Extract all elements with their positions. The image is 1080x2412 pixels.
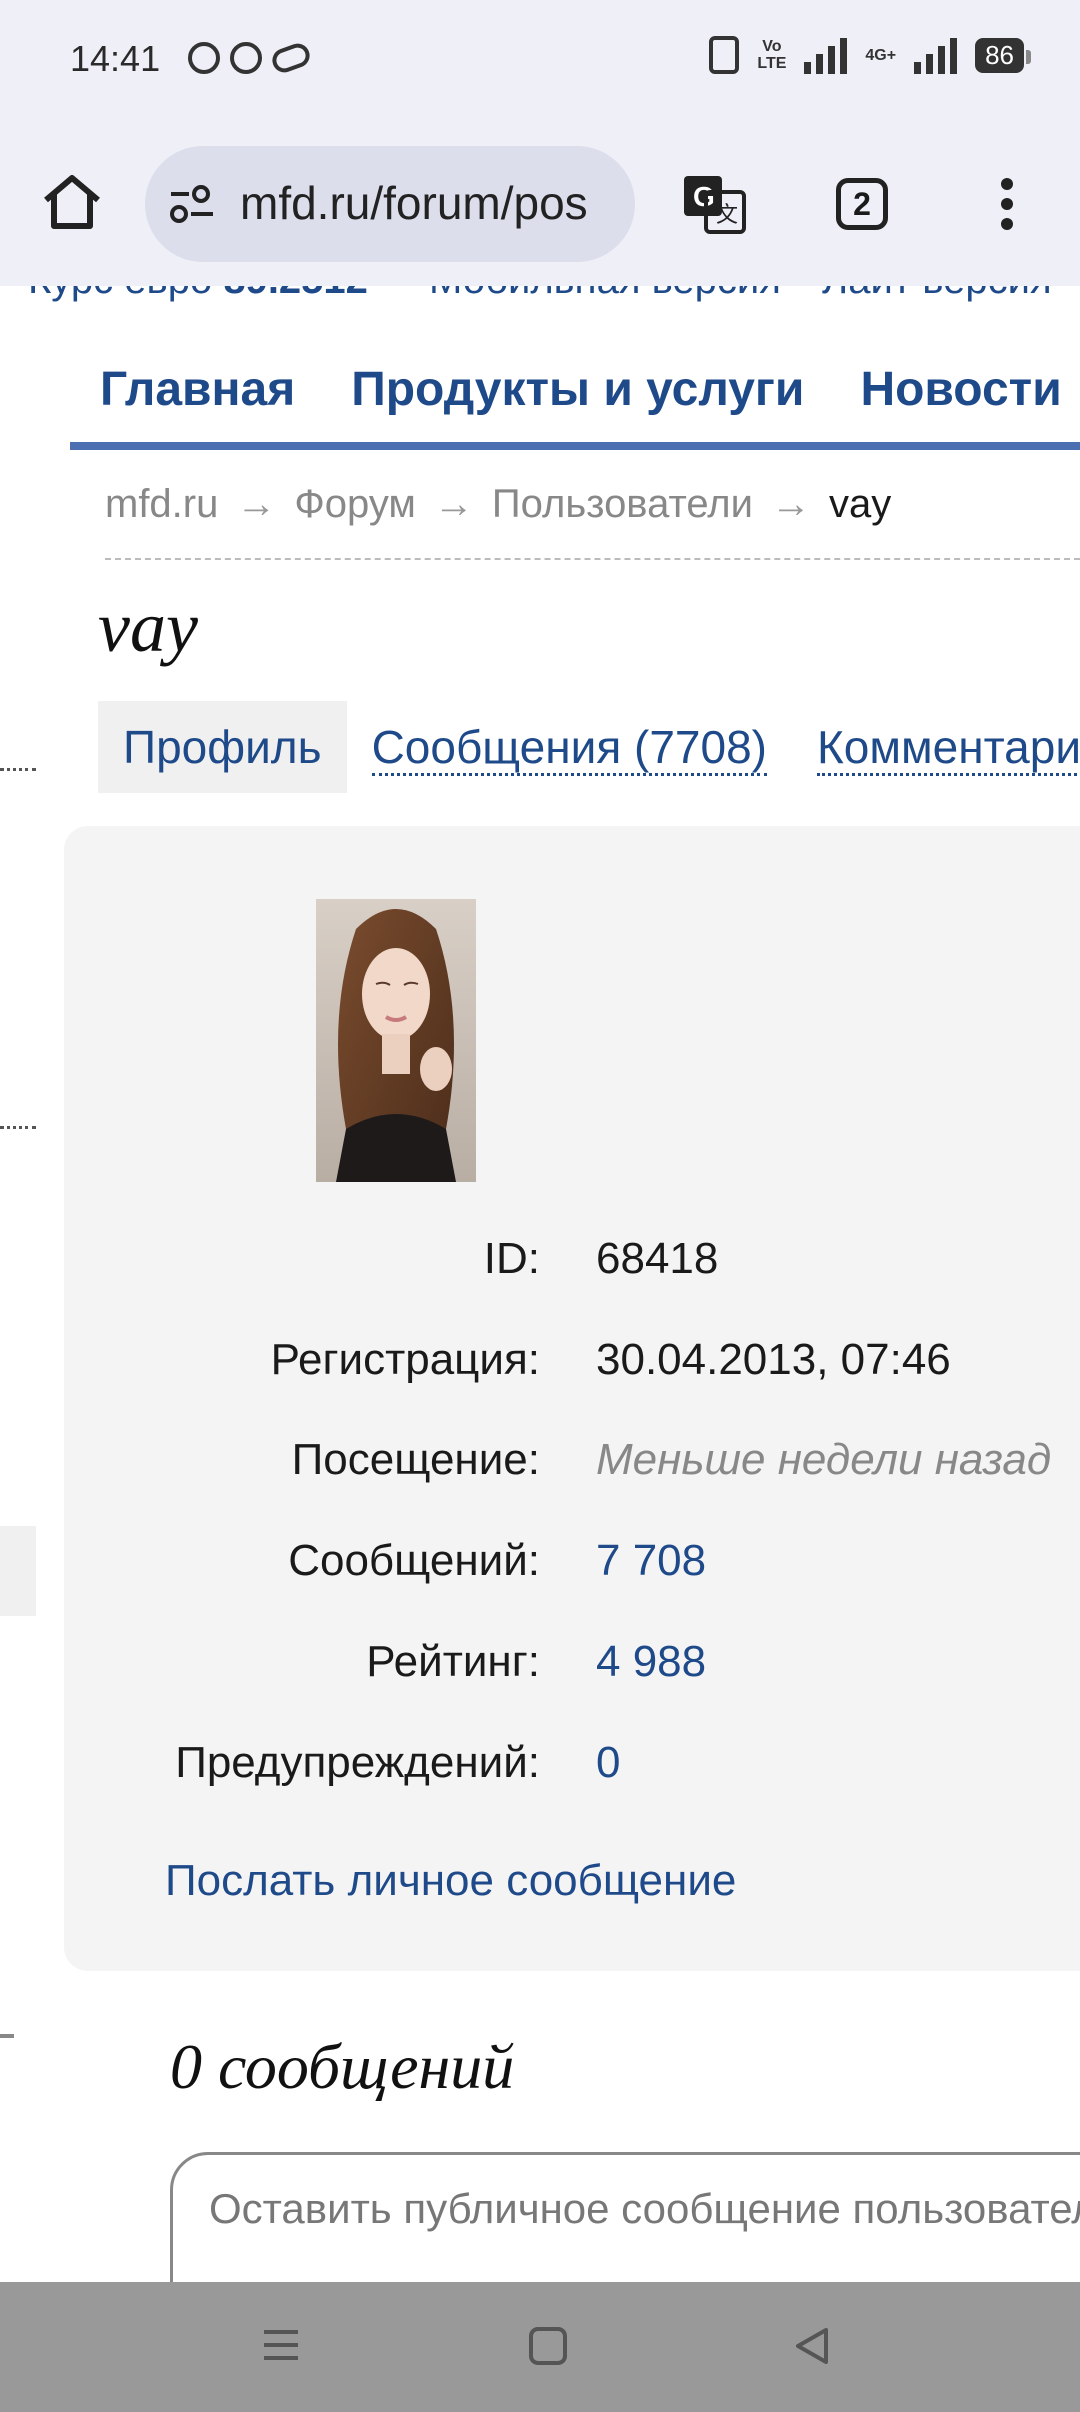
public-message-placeholder: Оставить публичное сообщение пользовател… — [209, 2185, 1080, 2232]
home-nav-icon[interactable] — [528, 2326, 568, 2366]
breadcrumb-current: vay — [828, 482, 892, 526]
status-time: 14:41 — [70, 38, 161, 79]
status-bar: 14:41 Vo LTE 4G+ 86 — [0, 0, 1080, 122]
rating-label: Рейтинг: — [366, 1637, 540, 1686]
sidebar-edge-dash — [0, 2034, 14, 2038]
sidebar-edge-dots — [0, 1126, 36, 1129]
euro-label: Курс евро — [28, 286, 212, 302]
home-icon[interactable] — [40, 170, 104, 234]
status-indicators: Vo LTE 4G+ 86 — [709, 36, 1031, 74]
profile-tabs: Профиль Сообщения (7708) Комментарии — [98, 701, 1080, 793]
url-text[interactable]: mfd.ru/forum/pos — [240, 176, 588, 230]
breadcrumb-separator: → — [433, 482, 474, 526]
id-value: 68418 — [596, 1234, 719, 1283]
warnings-label: Предупреждений: — [175, 1738, 540, 1787]
address-bar[interactable]: mfd.ru/forum/pos — [145, 146, 635, 262]
info-row-id: ID: 68418 — [0, 1234, 1080, 1294]
lite-version-link[interactable]: Лайт версия — [822, 286, 1052, 302]
visit-label: Посещение: — [291, 1435, 540, 1484]
volte-icon: Vo LTE — [757, 38, 787, 72]
pinterest-icon — [188, 42, 220, 74]
info-row-rating: Рейтинг: 4 988 — [0, 1637, 1080, 1697]
tab-switcher-button[interactable]: 2 — [836, 178, 888, 230]
site-settings-icon[interactable] — [167, 182, 217, 226]
nfc-icon — [709, 36, 740, 74]
mobile-version-link[interactable]: Мобильная версия — [429, 286, 781, 302]
translate-icon[interactable]: G 文 — [680, 172, 748, 236]
info-row-registration: Регистрация: 30.04.2013, 07:46 — [0, 1335, 1080, 1395]
euro-value: 89.2512 — [223, 286, 368, 302]
sidebar-edge-dots — [0, 768, 36, 771]
back-icon[interactable] — [792, 2326, 832, 2366]
breadcrumb: mfd.ru → Форум → Пользователи → vay — [105, 482, 891, 527]
top-strip: Курс евро 89.2512 Мобильная версия Лайт … — [28, 286, 1052, 303]
nav-home[interactable]: Главная — [70, 362, 295, 442]
more-menu-icon[interactable] — [998, 178, 1016, 234]
info-row-messages: Сообщений: 7 708 — [0, 1536, 1080, 1596]
battery-indicator: 86 — [975, 37, 1031, 73]
notification-icons — [188, 40, 313, 76]
signal-icon — [804, 36, 848, 74]
id-label: ID: — [483, 1234, 540, 1283]
signal-icon-2 — [914, 36, 958, 74]
messages-value-link[interactable]: 7 708 — [596, 1536, 706, 1586]
rating-value-link[interactable]: 4 988 — [596, 1637, 706, 1687]
visit-value: Меньше недели назад — [596, 1435, 1052, 1484]
messages-label: Сообщений: — [288, 1536, 540, 1585]
breadcrumb-separator: → — [236, 482, 277, 526]
warnings-value-link[interactable]: 0 — [596, 1738, 620, 1788]
tab-comments[interactable]: Комментарии — [792, 701, 1080, 793]
info-row-warnings: Предупреждений: 0 — [0, 1738, 1080, 1798]
breadcrumb-home[interactable]: mfd.ru — [105, 482, 218, 526]
send-private-message-link[interactable]: Послать личное сообщение — [165, 1856, 736, 1906]
registration-label: Регистрация: — [270, 1335, 540, 1384]
breadcrumb-divider — [105, 558, 1080, 560]
nav-news[interactable]: Новости — [860, 362, 1061, 442]
breadcrumb-users[interactable]: Пользователи — [492, 482, 753, 526]
network-type: 4G+ — [865, 46, 897, 64]
browser-toolbar: mfd.ru/forum/pos G 文 2 — [0, 122, 1080, 286]
main-nav: Главная Продукты и услуги Новости — [70, 362, 1080, 442]
profile-card — [64, 826, 1080, 1971]
tab-profile[interactable]: Профиль — [98, 701, 347, 793]
recent-apps-icon[interactable] — [262, 2326, 300, 2364]
nav-underline — [70, 442, 1080, 450]
breadcrumb-separator: → — [770, 482, 811, 526]
system-nav-bar — [0, 2282, 1080, 2412]
nav-products[interactable]: Продукты и услуги — [351, 362, 804, 442]
tab-messages-label: Сообщения (7708) — [371, 721, 767, 776]
page-title: vay — [98, 587, 198, 667]
avatar — [316, 899, 476, 1182]
tab-comments-label: Комментарии — [816, 721, 1080, 776]
svg-text:G: G — [693, 181, 715, 212]
info-row-visit: Посещение: Меньше недели назад — [0, 1435, 1080, 1495]
svg-text:文: 文 — [716, 202, 738, 227]
tab-messages[interactable]: Сообщения (7708) — [347, 701, 792, 793]
registration-value: 30.04.2013, 07:46 — [596, 1335, 951, 1384]
messages-count-title: 0 сообщений — [170, 2031, 515, 2102]
whatsapp-icon — [230, 42, 262, 74]
breadcrumb-forum[interactable]: Форум — [294, 482, 416, 526]
cloud-icon — [269, 40, 313, 76]
